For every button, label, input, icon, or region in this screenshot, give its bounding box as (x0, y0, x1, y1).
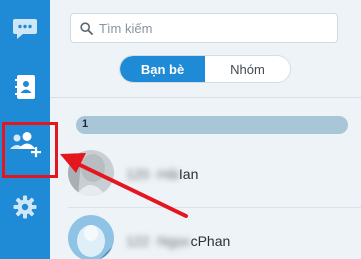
annotation-arrow (60, 153, 188, 218)
